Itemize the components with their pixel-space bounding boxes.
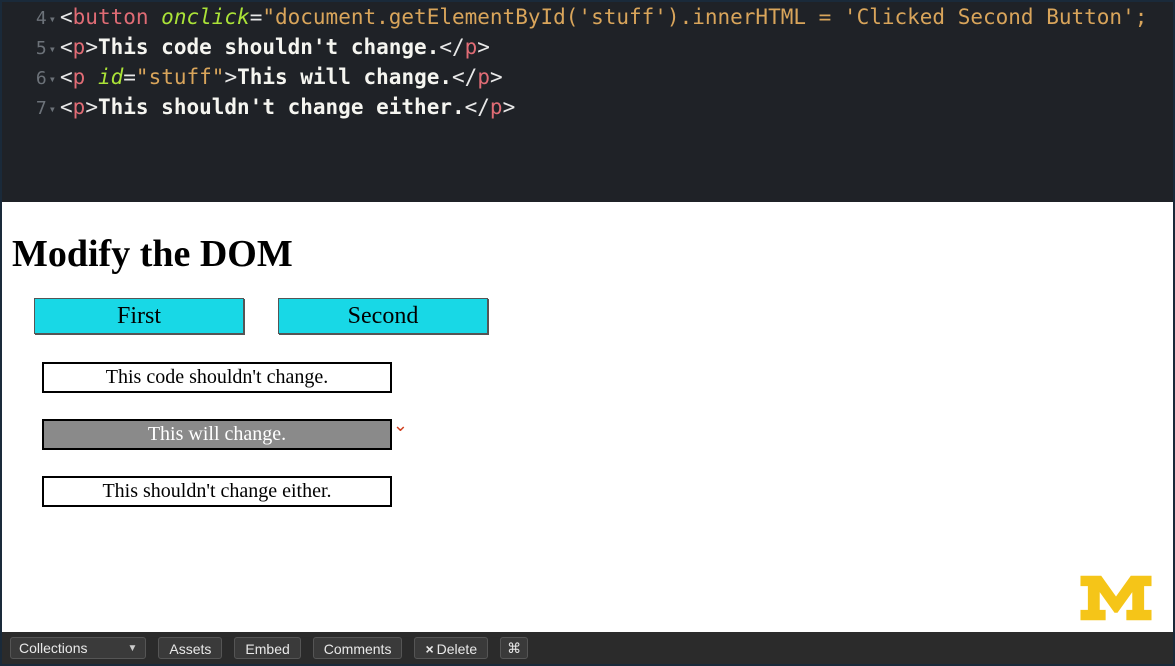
line-number: 6▾: [2, 64, 60, 94]
fold-icon[interactable]: ▾: [49, 4, 56, 34]
target-paragraph: This will change. ⌄: [42, 419, 392, 450]
comments-button[interactable]: Comments: [313, 637, 403, 659]
collections-dropdown[interactable]: Collections ▼: [10, 637, 146, 659]
fold-icon[interactable]: ▾: [49, 94, 56, 124]
close-icon: ×: [425, 641, 433, 657]
first-button[interactable]: First: [34, 298, 244, 334]
fold-icon[interactable]: ▾: [49, 64, 56, 94]
command-icon: ⌘: [507, 640, 521, 657]
target-paragraph-text: This will change.: [148, 423, 286, 445]
chevron-down-icon: ▼: [127, 643, 137, 654]
keyboard-shortcuts-button[interactable]: ⌘: [500, 637, 528, 659]
code-content: <p>This shouldn't change either.</p>: [60, 92, 1173, 122]
button-row: First Second: [34, 298, 1163, 334]
line-number: 7▾: [2, 94, 60, 124]
line-number: 5▾: [2, 34, 60, 64]
collections-label: Collections: [19, 640, 87, 656]
code-content: <p id="stuff">This will change.</p>: [60, 62, 1173, 92]
fold-icon[interactable]: ▾: [49, 34, 56, 64]
bottom-toolbar: Collections ▼ Assets Embed Comments ×Del…: [2, 632, 1173, 664]
code-content: <p>This code shouldn't change.</p>: [60, 32, 1173, 62]
preview-pane: Modify the DOM First Second This code sh…: [2, 202, 1173, 632]
delete-label: Delete: [437, 641, 477, 657]
line-number: 4▾: [2, 4, 60, 34]
code-editor[interactable]: 4▾ <button onclick="document.getElementB…: [2, 2, 1173, 202]
delete-button[interactable]: ×Delete: [414, 637, 488, 659]
code-line[interactable]: 7▾ <p>This shouldn't change either.</p>: [2, 92, 1173, 122]
static-paragraph-1: This code shouldn't change.: [42, 362, 392, 393]
code-content: <button onclick="document.getElementById…: [60, 2, 1173, 32]
code-line[interactable]: 4▾ <button onclick="document.getElementB…: [2, 2, 1173, 32]
michigan-logo-icon: [1079, 574, 1153, 622]
second-button[interactable]: Second: [278, 298, 488, 334]
page-title: Modify the DOM: [12, 232, 1163, 276]
cursor-mark-icon: ⌄: [393, 415, 408, 436]
code-line[interactable]: 6▾ <p id="stuff">This will change.</p>: [2, 62, 1173, 92]
embed-button[interactable]: Embed: [234, 637, 300, 659]
assets-button[interactable]: Assets: [158, 637, 222, 659]
static-paragraph-2: This shouldn't change either.: [42, 476, 392, 507]
code-line[interactable]: 5▾ <p>This code shouldn't change.</p>: [2, 32, 1173, 62]
